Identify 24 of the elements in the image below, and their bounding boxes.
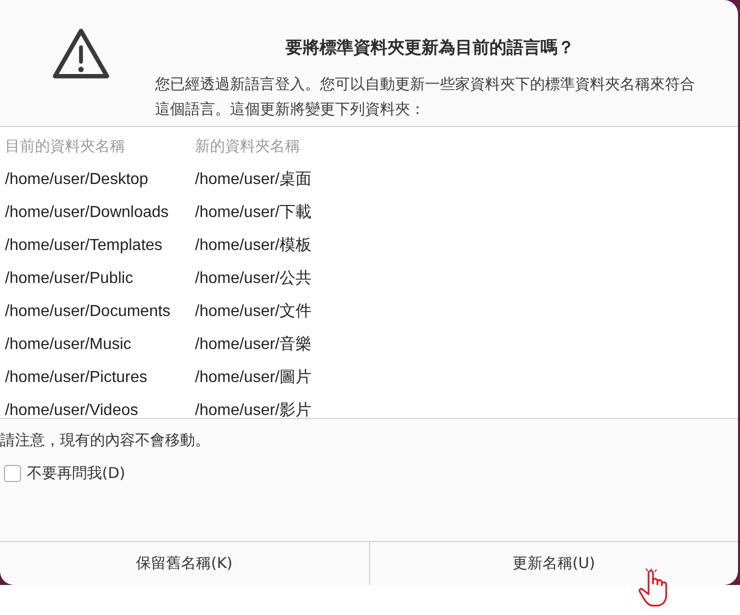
table-cell-text: /home/user/Downloads (4, 204, 170, 222)
table-cell-text: /home/user/圖片 (195, 368, 312, 388)
table-cell-text: /home/user/Music (4, 336, 132, 354)
dialog-message: 您已經透過新語言登入。您可以自動更新一些家資料夾下的標準資料夾名稱來符合這個語言。這個更新將變更下列資料夾： (155, 74, 696, 120)
table-cell-text: /home/user/模板 (195, 236, 312, 256)
table-cell-text: /home/user/文件 (195, 302, 312, 322)
table-cell-text: /home/user/桌面 (195, 170, 312, 190)
table-cell-text: /home/user/Desktop (4, 170, 150, 188)
dialog-button[interactable]: 保留舊名稱(K) (0, 542, 370, 585)
checkbox-label[interactable]: 不要再問我(D) (27, 464, 126, 483)
table-cell-text: /home/user/公共 (195, 268, 312, 289)
dialog-button[interactable]: 更新名稱(U) (370, 542, 738, 585)
table-cell-text: /home/user/Templates (4, 236, 164, 254)
dialog-title: 要將標準資料夾更新為目前的語言嗎？ (284, 37, 576, 59)
table-cell-text: /home/user/影片 (195, 400, 312, 421)
table-cell-text: /home/user/Videos (4, 402, 140, 420)
checkbox[interactable] (4, 465, 21, 482)
table-cell-text: /home/user/下載 (195, 202, 312, 223)
note-text: 請注意，現有的內容不會移動。 (0, 431, 211, 450)
table-cell-text: /home/user/Public (4, 270, 134, 288)
warning-icon (52, 28, 110, 80)
table-cell-text: /home/user/Documents (4, 302, 172, 320)
table-cell-text: /home/user/Pictures (4, 368, 148, 386)
table-cell-text: /home/user/音樂 (195, 334, 312, 355)
